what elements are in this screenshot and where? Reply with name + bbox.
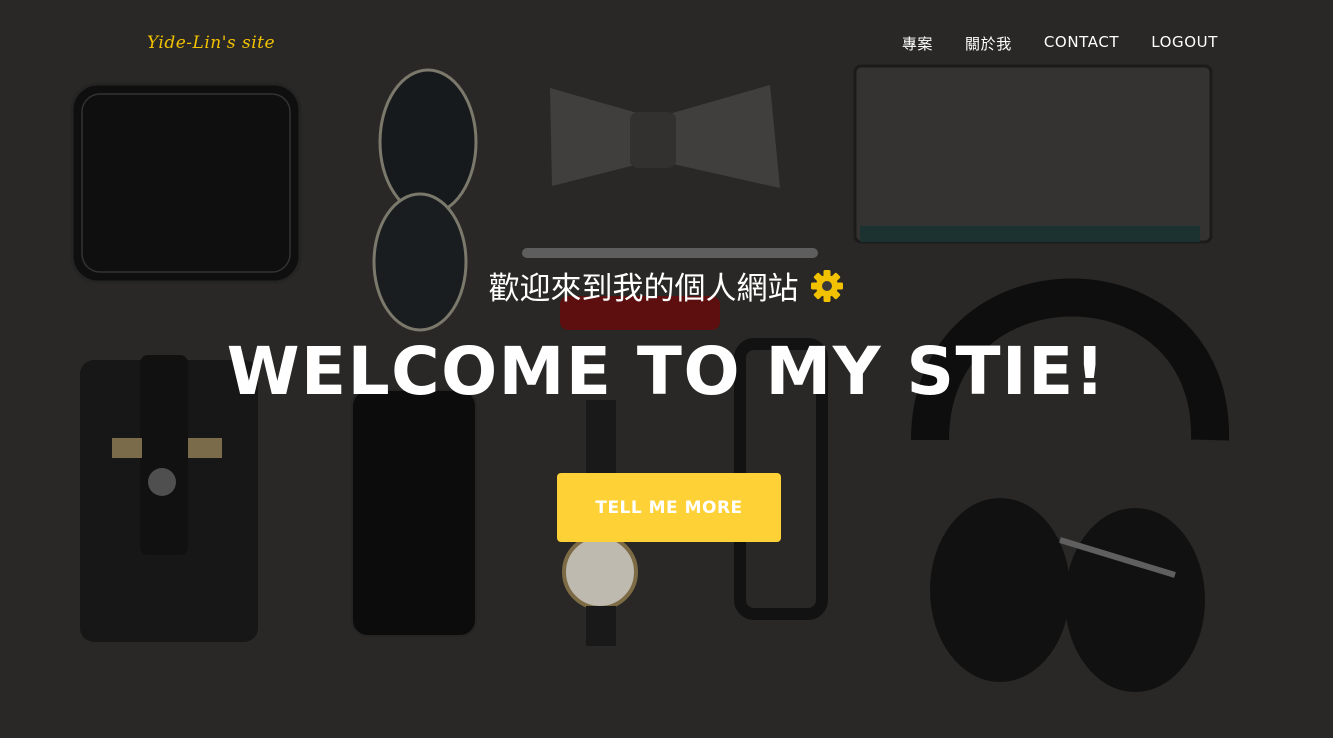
nav-item-about[interactable]: 關於我 bbox=[965, 33, 1012, 54]
nav-item-contact[interactable]: CONTACT bbox=[1044, 33, 1119, 54]
hero-subtitle: 歡迎來到我的個人網站 bbox=[0, 263, 1333, 308]
nav-item-projects[interactable]: 專案 bbox=[902, 33, 933, 54]
nav-item-logout[interactable]: LOGOUT bbox=[1151, 33, 1218, 54]
gear-icon bbox=[809, 268, 845, 304]
hero-subtitle-text: 歡迎來到我的個人網站 bbox=[488, 271, 799, 307]
hero-title: WELCOME TO MY STIE! bbox=[226, 333, 1107, 410]
main-nav: 專案 關於我 CONTACT LOGOUT bbox=[902, 33, 1218, 54]
tell-me-more-button[interactable]: TELL ME MORE bbox=[557, 473, 781, 542]
site-brand-link[interactable]: Yide-Lin's site bbox=[147, 33, 275, 53]
